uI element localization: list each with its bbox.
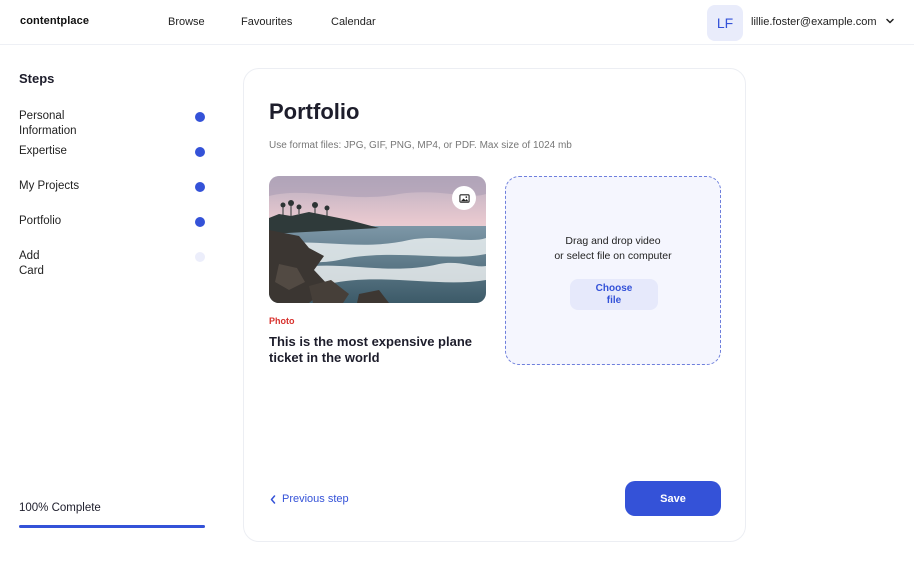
image-icon (458, 193, 470, 203)
chevron-left-icon (270, 494, 276, 504)
choose-file-label: Choose file (595, 282, 633, 306)
previous-step-label: Previous step (282, 493, 349, 505)
step-expertise[interactable]: Expertise (19, 144, 209, 159)
step-label: My Projects (19, 180, 80, 192)
file-dropzone[interactable]: Drag and drop video or select file on co… (505, 176, 721, 365)
choose-file-button[interactable]: Choose file (570, 279, 658, 310)
step-status-dot (195, 217, 205, 227)
step-label: Portfolio (19, 215, 62, 227)
progress-fill (19, 525, 205, 528)
step-portfolio[interactable]: Portfolio (19, 214, 209, 229)
steps-title: Steps (19, 71, 55, 86)
step-label: Expertise (19, 145, 67, 157)
step-label: Add Card (19, 250, 44, 277)
previous-step-link[interactable]: Previous step (270, 493, 349, 505)
nav-calendar[interactable]: Calendar (331, 16, 376, 28)
step-my-projects[interactable]: My Projects (19, 179, 209, 194)
dropzone-text: Drag and drop video or select file on co… (506, 234, 720, 264)
step-label: Personal Information (19, 110, 77, 137)
step-add-card[interactable]: Add Card (19, 249, 209, 279)
top-nav: contentplace Browse Favourites Calendar … (0, 0, 914, 45)
format-hint: Use format files: JPG, GIF, PNG, MP4, or… (269, 140, 572, 151)
step-status-dot (195, 147, 205, 157)
portfolio-card: Portfolio Use format files: JPG, GIF, PN… (243, 68, 746, 542)
media-title: This is the most expensive plane ticket … (269, 334, 473, 365)
avatar[interactable]: LF (707, 5, 743, 41)
nav-browse[interactable]: Browse (168, 16, 205, 28)
step-status-dot (195, 182, 205, 192)
dropzone-line-2: or select file on computer (554, 250, 672, 262)
media-type-tag: Photo (269, 316, 295, 326)
progress-bar (19, 525, 205, 528)
progress-label: 100% Complete (19, 502, 101, 514)
step-status-dot (195, 112, 205, 122)
user-email[interactable]: lillie.foster@example.com (751, 16, 877, 28)
save-button[interactable]: Save (625, 481, 721, 516)
image-type-badge (452, 186, 476, 210)
step-personal-information[interactable]: Personal Information (19, 109, 209, 139)
chevron-down-icon[interactable] (886, 17, 894, 25)
page-title: Portfolio (269, 99, 360, 124)
step-status-dot (195, 252, 205, 262)
portfolio-image[interactable] (269, 176, 486, 303)
dropzone-line-1: Drag and drop video (565, 235, 661, 247)
app-logo[interactable]: contentplace (20, 15, 89, 27)
nav-favourites[interactable]: Favourites (241, 16, 292, 28)
